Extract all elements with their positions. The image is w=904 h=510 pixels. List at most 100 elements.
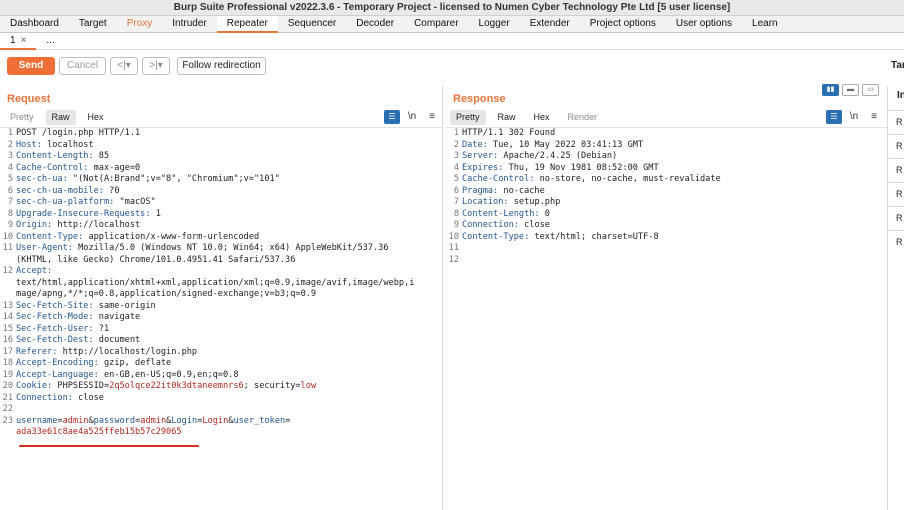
code-token: user_token	[233, 415, 286, 426]
tab-proxy[interactable]: Proxy	[117, 16, 163, 33]
code-token: sec-ch-ua-mobile:	[16, 185, 104, 196]
response-editor[interactable]: 1 HTTP/1.1 302 Found 2 Date: Tue, 10 May 20…	[446, 127, 887, 266]
code-line: 11	[446, 243, 887, 255]
inspector-row[interactable]: R	[889, 134, 904, 158]
repeater-tab-1[interactable]: 1 ×	[0, 33, 37, 50]
inspector-row[interactable]: R	[889, 110, 904, 134]
menu-icon[interactable]: ≡	[866, 110, 882, 124]
line-number	[0, 278, 16, 290]
repeater-tab-bar: 1 × ...	[0, 33, 904, 50]
code-token: no-store, no-cache, must-revalidate	[534, 174, 721, 184]
code-token: setup.php	[508, 197, 561, 207]
newline-toggle-icon[interactable]: \n	[846, 110, 862, 124]
tab-target[interactable]: Target	[69, 16, 117, 33]
dropdown-icon: |▾	[155, 60, 163, 71]
inspector-row[interactable]: R	[889, 230, 904, 254]
code-line: 3 Server: Apache/2.4.25 (Debian)	[446, 151, 887, 163]
tab-learn[interactable]: Learn	[742, 16, 788, 33]
line-text: Sec-Fetch-Mode: navigate	[16, 312, 140, 324]
tab-dashboard[interactable]: Dashboard	[0, 16, 69, 33]
request-tab-hex[interactable]: Hex	[82, 110, 110, 125]
request-tab-raw[interactable]: Raw	[45, 110, 76, 125]
inspector-title: In	[897, 90, 904, 101]
tab-logger[interactable]: Logger	[469, 16, 520, 33]
request-editor[interactable]: 1 POST /login.php HTTP/1.1 2 Host: localhos…	[0, 127, 442, 439]
code-line: mage/apng,*/*;q=0.8,application/signed-e…	[0, 289, 442, 301]
tab-intruder[interactable]: Intruder	[162, 16, 216, 33]
code-token: Referer:	[16, 346, 58, 357]
cancel-button[interactable]: Cancel	[59, 57, 106, 75]
line-number: 12	[2, 266, 13, 276]
code-token: Server:	[462, 151, 499, 161]
code-token: ; security=	[243, 381, 301, 391]
line-text: username=admin&password=admin&Login=Logi…	[16, 416, 290, 428]
code-line: 2 Host: localhost	[0, 140, 442, 152]
code-line: 17 Referer: http://localhost/login.php	[0, 347, 442, 359]
inspector-row[interactable]: R	[889, 206, 904, 230]
history-back-button[interactable]: <|▾	[110, 57, 138, 75]
tab-extender[interactable]: Extender	[520, 16, 580, 33]
inspector-panel: In R R R R R R	[889, 86, 904, 510]
tab-comparer[interactable]: Comparer	[404, 16, 468, 33]
line-number: 1	[7, 128, 13, 138]
response-tab-raw[interactable]: Raw	[492, 110, 522, 125]
inspector-row[interactable]: R	[889, 182, 904, 206]
menu-icon[interactable]: ≡	[424, 110, 440, 124]
line-text: Connection: close	[16, 393, 104, 405]
line-number: 11	[2, 243, 13, 253]
code-token: Sec-Fetch-Mode:	[16, 312, 94, 322]
response-tab-hex[interactable]: Hex	[528, 110, 556, 125]
tab-project-options[interactable]: Project options	[580, 16, 666, 33]
code-line: 4 Cache-Control: max-age=0	[0, 163, 442, 175]
response-tab-render[interactable]: Render	[562, 110, 604, 125]
code-line: 9 Connection: close	[446, 220, 887, 232]
tab-decoder[interactable]: Decoder	[346, 16, 404, 33]
inspector-row[interactable]: R	[889, 158, 904, 182]
response-tab-pretty[interactable]: Pretty	[450, 110, 486, 125]
code-token: ada33e61c8ae4a525ffeb15b57c29065	[16, 427, 182, 437]
code-token: (KHTML, like Gecko) Chrome/101.0.4951.41…	[16, 254, 296, 265]
code-token: ?1	[93, 323, 110, 334]
history-forward-button[interactable]: >|▾	[142, 57, 170, 75]
line-number: 11	[448, 243, 459, 253]
send-button[interactable]: Send	[7, 57, 55, 75]
tab-user-options[interactable]: User options	[666, 16, 742, 33]
line-text: Date: Tue, 10 May 2022 03:41:13 GMT	[462, 140, 643, 152]
code-token: Content-Length:	[16, 151, 94, 161]
line-number: 3	[453, 151, 459, 161]
response-title: Response	[453, 93, 506, 105]
code-token: en-GB,en-US;q=0.9,en;q=0.8	[98, 369, 239, 380]
code-token: 2q5olqce22it0k3dtaneemnrs6	[109, 381, 244, 391]
line-number: 8	[453, 208, 459, 219]
line-text: Sec-Fetch-Dest: document	[16, 335, 140, 347]
tab-repeater[interactable]: Repeater	[216, 16, 278, 33]
code-line: 16 Sec-Fetch-Dest: document	[0, 335, 442, 347]
line-text: mage/apng,*/*;q=0.8,application/signed-e…	[16, 289, 316, 301]
request-tab-pretty[interactable]: Pretty	[4, 110, 40, 125]
code-line: 7 sec-ch-ua-platform: "macOS"	[0, 197, 442, 209]
code-line: 14 Sec-Fetch-Mode: navigate	[0, 312, 442, 324]
line-text: Pragma: no-cache	[462, 186, 545, 198]
code-token: Pragma:	[462, 185, 499, 196]
code-line: 1 POST /login.php HTTP/1.1	[0, 128, 442, 140]
tab-sequencer[interactable]: Sequencer	[278, 16, 346, 33]
list-icon[interactable]: ☰	[826, 110, 842, 124]
line-number: 14	[2, 312, 13, 322]
new-tab-button[interactable]: ...	[36, 33, 64, 50]
code-token: no-cache	[498, 185, 545, 196]
code-line: 2 Date: Tue, 10 May 2022 03:41:13 GMT	[446, 140, 887, 152]
code-token: Tue, 10 May 2022 03:41:13 GMT	[487, 139, 644, 150]
request-editor-tools: ☰ \n ≡	[380, 110, 440, 124]
list-icon[interactable]: ☰	[384, 110, 400, 124]
line-number: 12	[448, 254, 459, 265]
newline-toggle-icon[interactable]: \n	[404, 110, 420, 124]
line-text: sec-ch-ua: "(Not(A:Brand";v="8", "Chromi…	[16, 174, 280, 186]
close-icon[interactable]: ×	[21, 35, 27, 46]
code-line: 5 sec-ch-ua: "(Not(A:Brand";v="8", "Chrom…	[0, 174, 442, 186]
line-number: 8	[7, 208, 13, 219]
code-token: Sec-Fetch-Site:	[16, 300, 94, 311]
code-token: POST /login.php HTTP/1.1	[16, 128, 141, 138]
code-token: "macOS"	[114, 197, 156, 207]
response-view-tabs: Pretty Raw Hex Render	[450, 110, 609, 125]
follow-redirection-button[interactable]: Follow redirection	[177, 57, 266, 75]
